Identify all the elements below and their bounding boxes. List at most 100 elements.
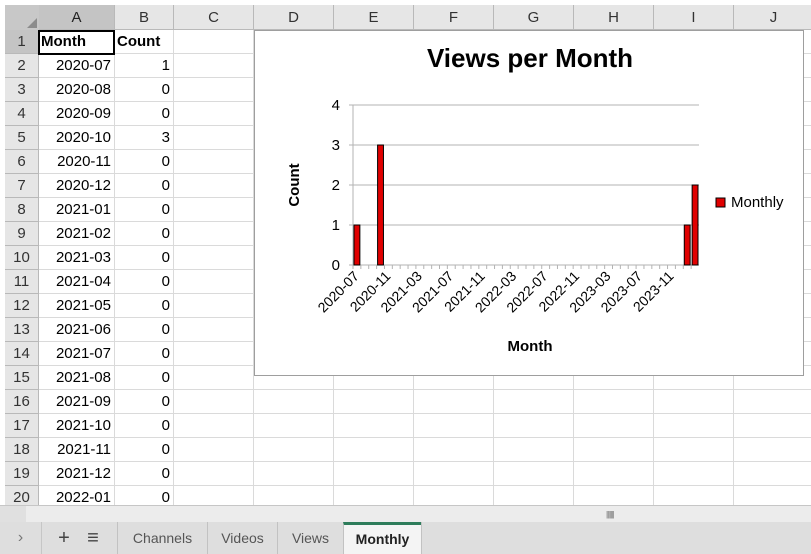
row-header-19[interactable]: 19	[5, 462, 39, 486]
empty-cell[interactable]	[734, 414, 811, 438]
row-header-8[interactable]: 8	[5, 198, 39, 222]
cell-month[interactable]: 2021-04	[39, 270, 115, 294]
empty-cell[interactable]	[174, 30, 254, 54]
empty-cell[interactable]	[494, 462, 574, 486]
column-header-c[interactable]: C	[174, 5, 254, 30]
cell-count[interactable]: 0	[115, 174, 174, 198]
empty-cell[interactable]	[494, 486, 574, 505]
cell-count[interactable]: 0	[115, 198, 174, 222]
empty-cell[interactable]	[254, 462, 334, 486]
empty-cell[interactable]	[734, 390, 811, 414]
cell-month[interactable]: 2021-08	[39, 366, 115, 390]
row-header-13[interactable]: 13	[5, 318, 39, 342]
cell-count[interactable]: 0	[115, 246, 174, 270]
header-cell-month[interactable]: Month	[39, 30, 115, 54]
cell-month[interactable]: 2021-12	[39, 462, 115, 486]
spreadsheet-grid[interactable]: ABCDEFGHIJ 1 2 3 4 5 6 7 8 9 10 11 12 13 14 15 16 17 18 19…	[0, 0, 811, 505]
empty-cell[interactable]	[174, 222, 254, 246]
row-header-17[interactable]: 17	[5, 414, 39, 438]
empty-cell[interactable]	[254, 390, 334, 414]
cell-month[interactable]: 2020-11	[39, 150, 115, 174]
row-header-11[interactable]: 11	[5, 270, 39, 294]
cell-count[interactable]: 0	[115, 390, 174, 414]
empty-cell[interactable]	[174, 390, 254, 414]
column-header-e[interactable]: E	[334, 5, 414, 30]
cell-month[interactable]: 2022-01	[39, 486, 115, 505]
cell-count[interactable]: 0	[115, 462, 174, 486]
row-header-20[interactable]: 20	[5, 486, 39, 505]
empty-cell[interactable]	[734, 438, 811, 462]
scroll-left-area[interactable]	[0, 506, 27, 522]
row-header-7[interactable]: 7	[5, 174, 39, 198]
cell-month[interactable]: 2021-01	[39, 198, 115, 222]
cell-month[interactable]: 2020-10	[39, 126, 115, 150]
cell-count[interactable]: 0	[115, 486, 174, 505]
cell-month[interactable]: 2021-10	[39, 414, 115, 438]
cell-count[interactable]: 0	[115, 78, 174, 102]
empty-cell[interactable]	[414, 462, 494, 486]
empty-cell[interactable]	[654, 486, 734, 505]
tab-views[interactable]: Views	[277, 522, 343, 554]
empty-cell[interactable]	[174, 246, 254, 270]
empty-cell[interactable]	[174, 294, 254, 318]
empty-cell[interactable]	[334, 414, 414, 438]
cell-count[interactable]: 0	[115, 150, 174, 174]
empty-cell[interactable]	[174, 102, 254, 126]
cell-month[interactable]: 2020-12	[39, 174, 115, 198]
empty-cell[interactable]	[174, 150, 254, 174]
cell-count[interactable]: 0	[115, 438, 174, 462]
empty-cell[interactable]	[654, 414, 734, 438]
tab-videos[interactable]: Videos	[207, 522, 277, 554]
sheet-list-icon[interactable]: ≡	[80, 522, 106, 554]
empty-cell[interactable]	[334, 438, 414, 462]
column-header-i[interactable]: I	[654, 5, 734, 30]
cell-count[interactable]: 0	[115, 270, 174, 294]
empty-cell[interactable]	[494, 414, 574, 438]
cell-count[interactable]: 3	[115, 126, 174, 150]
empty-cell[interactable]	[254, 486, 334, 505]
empty-cell[interactable]	[734, 486, 811, 505]
empty-cell[interactable]	[174, 54, 254, 78]
tab-channels[interactable]: Channels	[117, 522, 207, 554]
column-header-j[interactable]: J	[734, 5, 811, 30]
cell-count[interactable]: 0	[115, 222, 174, 246]
empty-cell[interactable]	[174, 318, 254, 342]
column-header-b[interactable]: B	[115, 5, 174, 30]
cell-month[interactable]: 2021-07	[39, 342, 115, 366]
empty-cell[interactable]	[334, 462, 414, 486]
row-header-2[interactable]: 2	[5, 54, 39, 78]
scrollbar-thumb[interactable]: |||||||	[26, 506, 811, 522]
column-header-d[interactable]: D	[254, 5, 334, 30]
empty-cell[interactable]	[334, 486, 414, 505]
empty-cell[interactable]	[414, 486, 494, 505]
row-header-6[interactable]: 6	[5, 150, 39, 174]
empty-cell[interactable]	[574, 462, 654, 486]
cell-month[interactable]: 2020-08	[39, 78, 115, 102]
empty-cell[interactable]	[174, 270, 254, 294]
empty-cell[interactable]	[414, 438, 494, 462]
empty-cell[interactable]	[174, 198, 254, 222]
empty-cell[interactable]	[254, 414, 334, 438]
row-header-1[interactable]: 1	[5, 30, 39, 54]
empty-cell[interactable]	[174, 438, 254, 462]
chart-object[interactable]: Views per Month 0 1 2 3 4 Count 2020-07 2020-11 2…	[254, 30, 804, 376]
empty-cell[interactable]	[174, 78, 254, 102]
row-header-14[interactable]: 14	[5, 342, 39, 366]
cell-count[interactable]: 0	[115, 414, 174, 438]
empty-cell[interactable]	[254, 438, 334, 462]
empty-cell[interactable]	[574, 438, 654, 462]
cell-count[interactable]: 0	[115, 318, 174, 342]
cell-count[interactable]: 1	[115, 54, 174, 78]
cell-count[interactable]: 0	[115, 294, 174, 318]
plus-icon[interactable]: +	[51, 522, 77, 554]
header-cell-count[interactable]: Count	[115, 30, 174, 54]
column-header-a[interactable]: A	[39, 5, 115, 30]
empty-cell[interactable]	[414, 414, 494, 438]
row-header-9[interactable]: 9	[5, 222, 39, 246]
cell-month[interactable]: 2021-06	[39, 318, 115, 342]
empty-cell[interactable]	[174, 414, 254, 438]
cell-count[interactable]: 0	[115, 102, 174, 126]
empty-cell[interactable]	[174, 366, 254, 390]
empty-cell[interactable]	[174, 342, 254, 366]
row-header-12[interactable]: 12	[5, 294, 39, 318]
